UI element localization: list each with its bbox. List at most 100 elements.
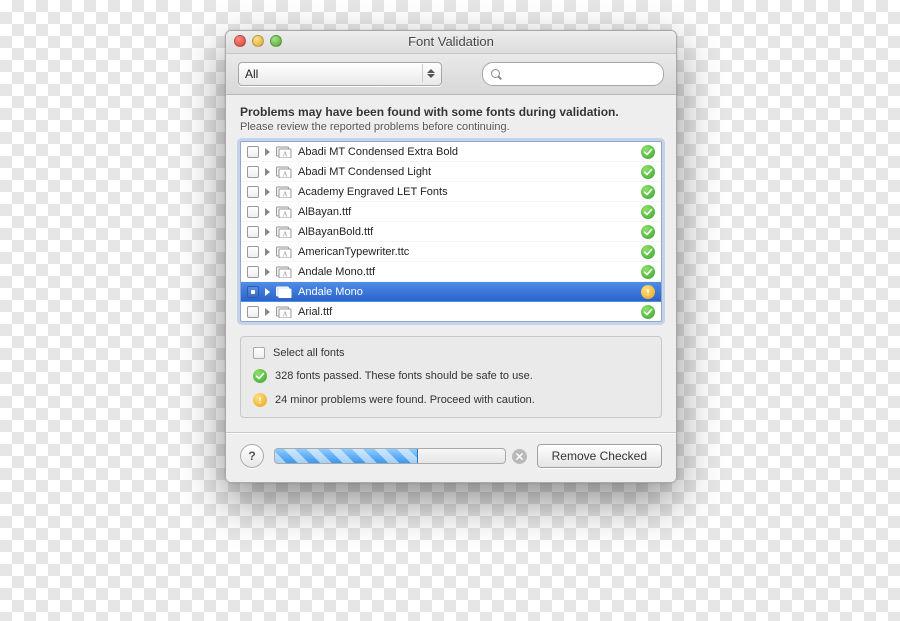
font-name: Abadi MT Condensed Light <box>298 166 635 178</box>
remove-checked-button[interactable]: Remove Checked <box>537 444 662 468</box>
disclosure-triangle-icon[interactable] <box>265 208 270 216</box>
svg-text:A: A <box>282 210 287 218</box>
font-file-icon: A <box>276 286 292 298</box>
font-file-icon: A <box>276 306 292 318</box>
separator <box>226 432 676 434</box>
font-row[interactable]: A Andale Mono.ttf <box>241 262 661 282</box>
disclosure-triangle-icon[interactable] <box>265 288 270 296</box>
toolbar: All <box>226 54 676 95</box>
font-checkbox[interactable] <box>247 246 259 258</box>
font-row[interactable]: A Abadi MT Condensed Extra Bold <box>241 142 661 162</box>
stepper-icon <box>422 64 439 82</box>
font-checkbox[interactable] <box>247 186 259 198</box>
font-checkbox[interactable] <box>247 146 259 158</box>
check-ok-icon <box>641 225 655 239</box>
svg-text:A: A <box>282 310 287 318</box>
content-area: Problems may have been found with some f… <box>226 95 676 482</box>
check-ok-icon <box>641 145 655 159</box>
font-checkbox[interactable] <box>247 306 259 318</box>
font-name: Andale Mono.ttf <box>298 266 635 278</box>
font-row[interactable]: A AlBayan.ttf <box>241 202 661 222</box>
font-file-icon: A <box>276 246 292 258</box>
svg-text:A: A <box>282 270 287 278</box>
font-list[interactable]: A Abadi MT Condensed Extra Bold A Abadi … <box>240 141 662 322</box>
search-icon <box>491 69 501 80</box>
zoom-icon[interactable] <box>270 35 282 47</box>
summary-panel: Select all fonts 328 fonts passed. These… <box>240 336 662 418</box>
select-all-label: Select all fonts <box>273 347 345 359</box>
validation-subheading: Please review the reported problems befo… <box>240 121 662 133</box>
disclosure-triangle-icon[interactable] <box>265 188 270 196</box>
minimize-icon[interactable] <box>252 35 264 47</box>
font-validation-window: Font Validation All Problems may have be… <box>225 30 677 483</box>
select-all-checkbox[interactable] <box>253 347 265 359</box>
warn-summary: 24 minor problems were found. Proceed wi… <box>253 393 649 407</box>
font-row[interactable]: A AmericanTypewriter.ttc <box>241 242 661 262</box>
svg-text:A: A <box>282 250 287 258</box>
font-row[interactable]: A Academy Engraved LET Fonts <box>241 182 661 202</box>
remove-checked-label: Remove Checked <box>552 449 647 463</box>
progress-fill <box>275 449 418 463</box>
disclosure-triangle-icon[interactable] <box>265 148 270 156</box>
font-file-icon: A <box>276 226 292 238</box>
disclosure-triangle-icon[interactable] <box>265 228 270 236</box>
progress-group <box>274 448 527 464</box>
check-ok-icon <box>641 305 655 319</box>
font-checkbox[interactable] <box>247 286 259 298</box>
filter-dropdown[interactable]: All <box>238 62 442 86</box>
help-button[interactable]: ? <box>240 444 264 468</box>
window-controls <box>234 35 282 47</box>
font-name: Abadi MT Condensed Extra Bold <box>298 146 635 158</box>
disclosure-triangle-icon[interactable] <box>265 248 270 256</box>
check-ok-icon <box>253 369 267 383</box>
font-checkbox[interactable] <box>247 226 259 238</box>
check-ok-icon <box>641 265 655 279</box>
warning-icon <box>641 285 655 299</box>
font-name: Arial.ttf <box>298 306 635 318</box>
search-input[interactable] <box>507 66 655 82</box>
font-row[interactable]: A Abadi MT Condensed Light <box>241 162 661 182</box>
font-name: AlBayanBold.ttf <box>298 226 635 238</box>
filter-value: All <box>245 67 258 81</box>
svg-text:A: A <box>282 170 287 178</box>
check-ok-icon <box>641 165 655 179</box>
font-file-icon: A <box>276 146 292 158</box>
validation-heading: Problems may have been found with some f… <box>240 105 662 119</box>
warn-text: 24 minor problems were found. Proceed wi… <box>275 394 535 406</box>
titlebar: Font Validation <box>226 31 676 54</box>
font-checkbox[interactable] <box>247 266 259 278</box>
disclosure-triangle-icon[interactable] <box>265 168 270 176</box>
font-name: AlBayan.ttf <box>298 206 635 218</box>
select-all-row[interactable]: Select all fonts <box>253 347 649 359</box>
font-file-icon: A <box>276 266 292 278</box>
font-checkbox[interactable] <box>247 206 259 218</box>
warning-icon <box>253 393 267 407</box>
font-file-icon: A <box>276 206 292 218</box>
svg-text:A: A <box>282 150 287 158</box>
svg-text:A: A <box>282 190 287 198</box>
disclosure-triangle-icon[interactable] <box>265 308 270 316</box>
font-row[interactable]: A Arial.ttf <box>241 302 661 321</box>
progress-bar <box>274 448 506 464</box>
font-row[interactable]: A AlBayanBold.ttf <box>241 222 661 242</box>
close-icon[interactable] <box>234 35 246 47</box>
font-row[interactable]: A Andale Mono <box>241 282 661 302</box>
check-ok-icon <box>641 185 655 199</box>
check-ok-icon <box>641 245 655 259</box>
font-name: AmericanTypewriter.ttc <box>298 246 635 258</box>
font-file-icon: A <box>276 166 292 178</box>
disclosure-triangle-icon[interactable] <box>265 268 270 276</box>
window-title: Font Validation <box>408 34 494 49</box>
svg-text:A: A <box>282 230 287 238</box>
passed-text: 328 fonts passed. These fonts should be … <box>275 370 533 382</box>
svg-text:A: A <box>282 290 287 298</box>
check-ok-icon <box>641 205 655 219</box>
passed-summary: 328 fonts passed. These fonts should be … <box>253 369 649 383</box>
font-checkbox[interactable] <box>247 166 259 178</box>
search-field[interactable] <box>482 62 664 86</box>
cancel-icon[interactable] <box>512 449 527 464</box>
font-name: Academy Engraved LET Fonts <box>298 186 635 198</box>
footer: ? Remove Checked <box>240 444 662 468</box>
font-file-icon: A <box>276 186 292 198</box>
font-name: Andale Mono <box>298 286 635 298</box>
